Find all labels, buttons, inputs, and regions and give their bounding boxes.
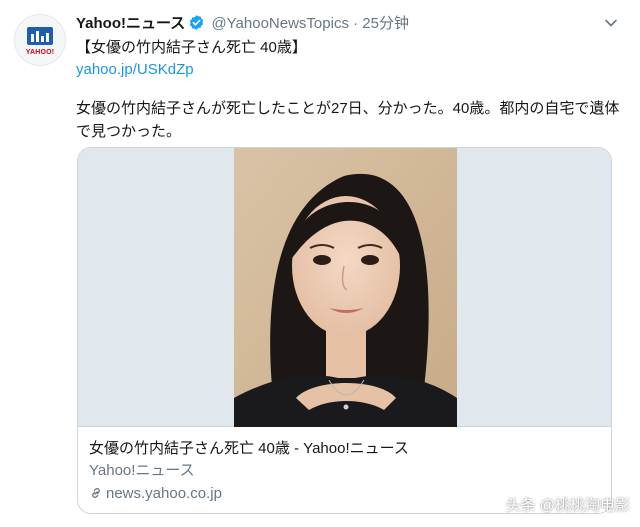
card-media[interactable] <box>78 148 611 427</box>
tweet-header: Yahoo!ニュース @YahooNewsTopics · 25分钟 <box>76 13 600 35</box>
separator-dot: · <box>353 15 359 32</box>
card-photo <box>234 148 457 427</box>
card-domain-text: news.yahoo.co.jp <box>106 485 222 502</box>
verified-badge-icon <box>190 15 204 30</box>
watermark: 头条 @桃桃淘电影 <box>505 497 630 514</box>
handle[interactable]: @YahooNewsTopics <box>211 15 349 32</box>
tweet-body: 女優の竹内結子さんが死亡したことが27日、分かった。40歳。都内の自宅で遺体で見… <box>76 100 620 140</box>
link-card[interactable]: 女優の竹内結子さん死亡 40歳 - Yahoo!ニュース Yahoo!ニュース … <box>77 147 612 514</box>
link-icon <box>92 488 100 498</box>
display-name[interactable]: Yahoo!ニュース <box>76 15 185 32</box>
timestamp[interactable]: 25分钟 <box>362 15 409 32</box>
card-source: Yahoo!ニュース <box>89 462 195 479</box>
tweet[interactable]: YAHOO! Yahoo!ニュース @YahooNewsTopics · 25分… <box>0 0 640 527</box>
card-title[interactable]: 女優の竹内結子さん死亡 40歳 - Yahoo!ニュース <box>89 439 409 459</box>
avatar[interactable]: YAHOO! <box>14 14 66 66</box>
news-screen-icon <box>27 27 53 45</box>
chevron-down-icon[interactable] <box>604 16 618 30</box>
avatar-logo-text: YAHOO! <box>25 49 55 56</box>
card-domain[interactable]: news.yahoo.co.jp <box>89 484 222 504</box>
tweet-headline: 【女優の竹内結子さん死亡 40歳】 <box>76 39 307 56</box>
tweet-short-link[interactable]: yahoo.jp/USKdZp <box>76 59 194 81</box>
